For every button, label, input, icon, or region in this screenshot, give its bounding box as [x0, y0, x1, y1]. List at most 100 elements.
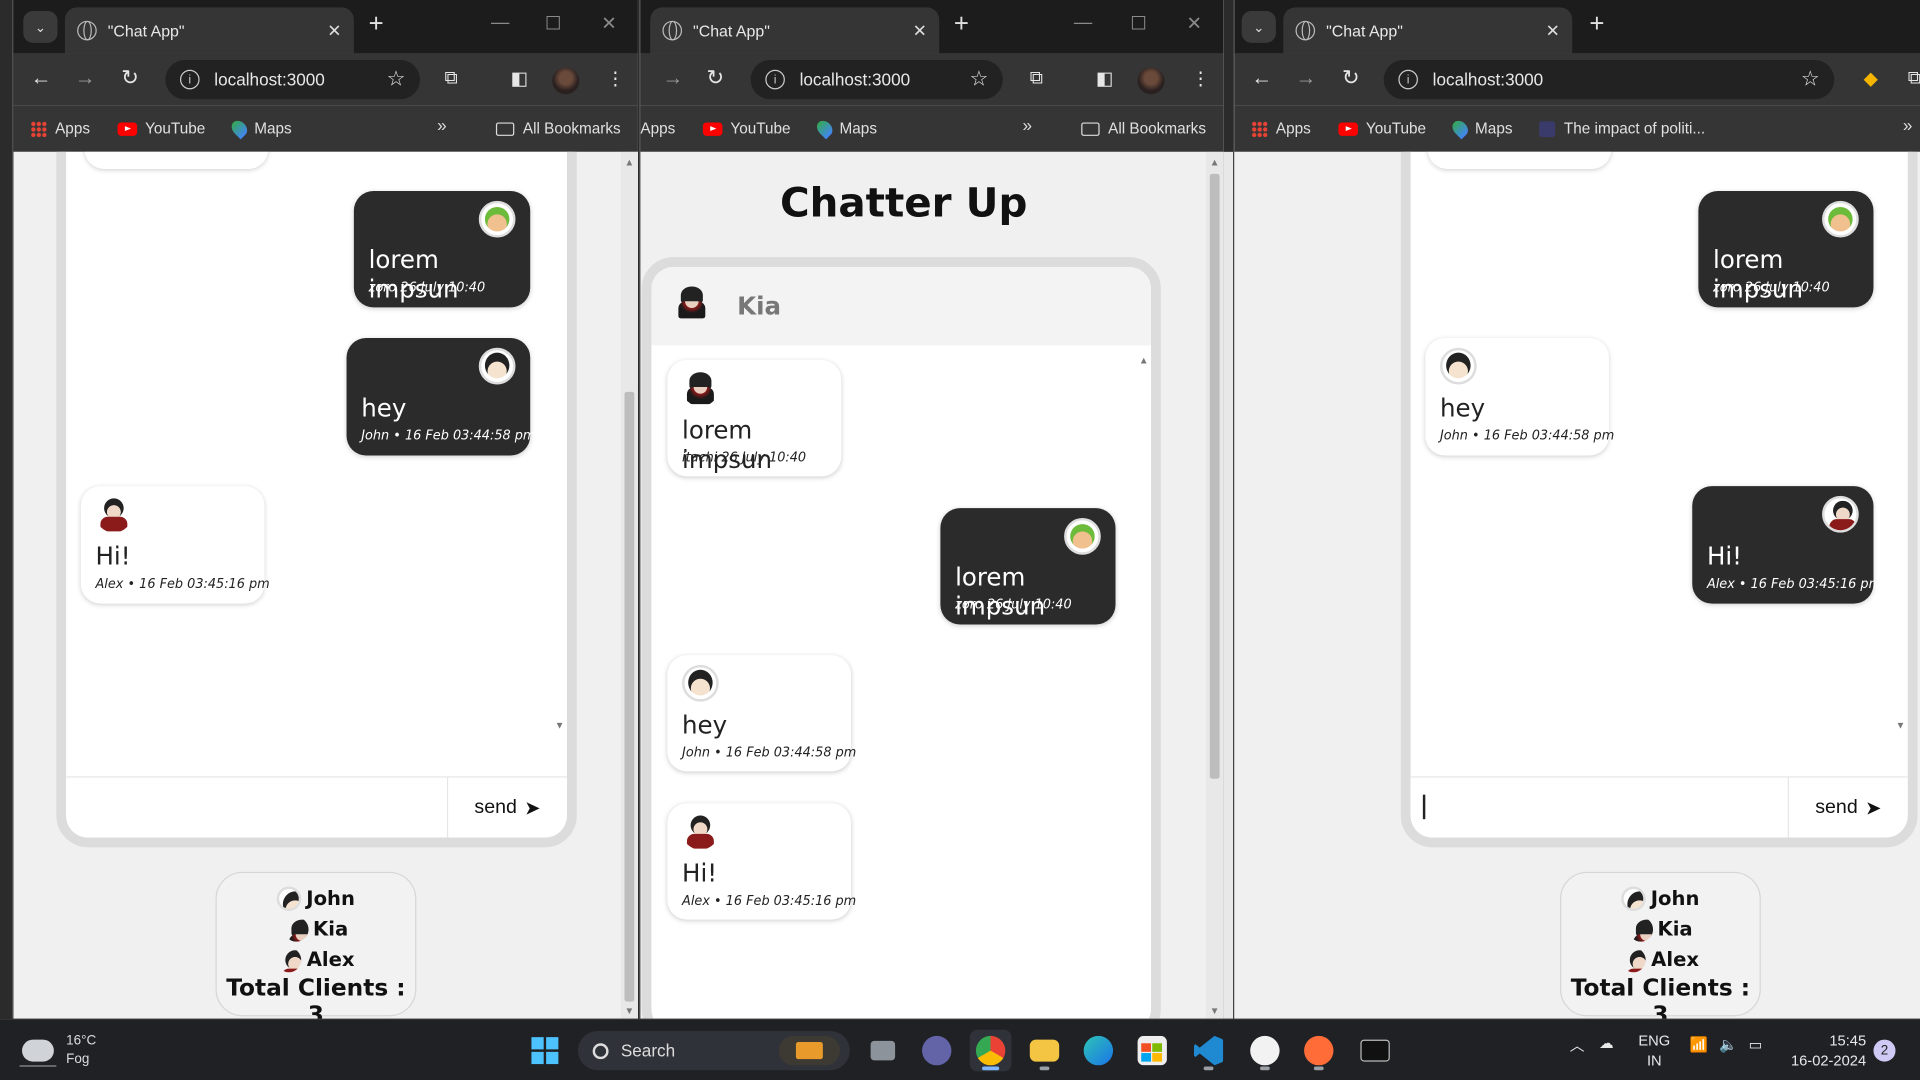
chrome-button[interactable]: [969, 1029, 1012, 1072]
notification-badge[interactable]: 2: [1873, 1039, 1896, 1062]
more-bookmarks-icon[interactable]: »: [1022, 115, 1032, 135]
minimize-button[interactable]: —: [1074, 12, 1092, 33]
extensions-icon[interactable]: ⧉: [444, 67, 457, 88]
mongodb-button[interactable]: [1244, 1030, 1286, 1072]
scroll-up-arrow[interactable]: ▲: [1210, 157, 1220, 168]
taskbar-search[interactable]: Search: [577, 1031, 850, 1071]
page-scrollbar[interactable]: ▲ ▼: [1206, 151, 1224, 1019]
extensions-icon[interactable]: ⧉: [1908, 67, 1920, 88]
volume-icon[interactable]: 🔈: [1719, 1036, 1737, 1053]
battery-icon[interactable]: ▭: [1749, 1036, 1763, 1053]
maximize-button[interactable]: ☐: [545, 12, 561, 34]
task-view-button[interactable]: [862, 1030, 904, 1072]
tab-search-button[interactable]: ⌄: [1241, 11, 1276, 43]
minimize-button[interactable]: —: [491, 12, 509, 33]
all-bookmarks[interactable]: All Bookmarks: [495, 120, 621, 137]
message-input[interactable]: [66, 777, 446, 838]
site-info-icon[interactable]: i: [765, 69, 785, 90]
reload-button[interactable]: ↻: [1342, 66, 1359, 90]
scroll-down-arrow[interactable]: ▼: [1896, 720, 1906, 731]
close-tab-icon[interactable]: ✕: [1546, 20, 1560, 41]
bookmark-maps[interactable]: Maps: [813, 117, 877, 140]
extensions-icon[interactable]: ⧉: [1030, 67, 1043, 88]
bookmark-apps[interactable]: Apps: [30, 120, 90, 137]
store-button[interactable]: [1131, 1030, 1173, 1072]
show-hidden-icons[interactable]: ︿: [1570, 1035, 1585, 1056]
forward-button[interactable]: →: [662, 66, 683, 90]
all-bookmarks[interactable]: All Bookmarks: [1081, 120, 1206, 137]
kia-avatar: [284, 917, 309, 942]
address-bar[interactable]: i localhost:3000 ☆: [1383, 60, 1835, 100]
running-indicator: [1260, 1066, 1270, 1071]
bookmark-apps[interactable]: Apps: [640, 120, 675, 137]
profile-avatar[interactable]: [1137, 67, 1165, 95]
new-tab-button[interactable]: +: [1589, 10, 1604, 39]
reload-button[interactable]: ↻: [121, 66, 138, 90]
site-info-icon[interactable]: i: [180, 69, 200, 90]
new-tab-button[interactable]: +: [954, 10, 969, 39]
system-clock[interactable]: 15:45 16-02-2024: [1790, 1031, 1866, 1070]
scroll-down-arrow[interactable]: ▼: [1210, 1005, 1220, 1016]
back-button[interactable]: ←: [1251, 66, 1272, 90]
forward-button[interactable]: →: [1296, 66, 1317, 90]
tab-chat-app[interactable]: "Chat App" ✕: [650, 7, 940, 54]
extension-diamond-icon[interactable]: ◆: [1864, 67, 1878, 90]
profile-avatar[interactable]: [552, 67, 580, 95]
bookmark-youtube[interactable]: YouTube: [116, 120, 205, 137]
menu-kebab-icon[interactable]: ⋮: [1191, 67, 1209, 90]
postman-button[interactable]: [1298, 1030, 1340, 1072]
more-bookmarks-icon[interactable]: »: [1903, 115, 1913, 135]
message-john: hey John • 16 Feb 03:44:58 pm: [1425, 337, 1614, 456]
weather-widget[interactable]: 16°C Fog: [19, 1032, 96, 1069]
start-button[interactable]: [524, 1030, 566, 1072]
scroll-down-arrow[interactable]: ▼: [555, 720, 565, 731]
tab-search-button[interactable]: ⌄: [23, 11, 58, 43]
bookmark-apps[interactable]: Apps: [1251, 120, 1311, 137]
address-bar[interactable]: i localhost:3000 ☆: [165, 60, 421, 100]
onedrive-cloud-icon[interactable]: ☁: [1599, 1035, 1614, 1052]
vscode-button[interactable]: [1188, 1030, 1230, 1072]
scrollbar-thumb[interactable]: [624, 391, 635, 1002]
send-button[interactable]: send ➤: [446, 777, 567, 838]
side-panel-icon[interactable]: ◧: [1096, 67, 1113, 90]
terminal-button[interactable]: [1354, 1030, 1396, 1072]
close-window-button[interactable]: ✕: [601, 12, 616, 34]
back-button[interactable]: ←: [31, 66, 52, 90]
address-bar[interactable]: i localhost:3000 ☆: [750, 60, 1003, 100]
close-window-button[interactable]: ✕: [1187, 12, 1202, 34]
scroll-up-arrow[interactable]: ▲: [1139, 355, 1149, 366]
scroll-down-arrow[interactable]: ▼: [624, 1005, 634, 1016]
teams-chat-button[interactable]: [916, 1030, 958, 1072]
message-input[interactable]: [1410, 777, 1791, 838]
new-tab-button[interactable]: +: [369, 10, 384, 39]
menu-kebab-icon[interactable]: ⋮: [606, 67, 624, 90]
scroll-up-arrow[interactable]: ▲: [624, 157, 634, 168]
send-button[interactable]: send ➤: [1787, 777, 1908, 838]
bookmark-youtube[interactable]: YouTube: [702, 120, 791, 137]
bookmark-star-icon[interactable]: ☆: [969, 67, 988, 91]
tab-chat-app[interactable]: "Chat App" ✕: [64, 7, 354, 54]
maps-pin-icon: [1448, 117, 1471, 140]
bookmark-article[interactable]: The impact of politi...: [1539, 120, 1705, 137]
more-bookmarks-icon[interactable]: »: [437, 115, 447, 135]
tab-chat-app[interactable]: "Chat App" ✕: [1283, 7, 1573, 54]
forward-button[interactable]: →: [75, 66, 96, 90]
side-panel-icon[interactable]: ◧: [511, 67, 528, 90]
bookmark-star-icon[interactable]: ☆: [387, 67, 406, 91]
file-explorer-button[interactable]: [1024, 1030, 1066, 1072]
bookmark-maps[interactable]: Maps: [1448, 117, 1512, 140]
reload-button[interactable]: ↻: [707, 66, 724, 90]
bookmark-star-icon[interactable]: ☆: [1801, 67, 1820, 91]
language-indicator[interactable]: ENG IN: [1638, 1031, 1670, 1070]
close-tab-icon[interactable]: ✕: [913, 20, 927, 41]
bookmark-youtube[interactable]: YouTube: [1337, 120, 1426, 137]
edge-button[interactable]: [1078, 1030, 1120, 1072]
page-scrollbar[interactable]: ▲ ▼: [620, 151, 638, 1019]
bookmark-maps[interactable]: Maps: [228, 117, 292, 140]
wifi-icon[interactable]: 📶: [1690, 1036, 1708, 1053]
maximize-button[interactable]: ☐: [1130, 12, 1146, 34]
scrollbar-thumb[interactable]: [1209, 173, 1220, 779]
close-tab-icon[interactable]: ✕: [327, 20, 341, 41]
alex-avatar: [277, 947, 302, 972]
site-info-icon[interactable]: i: [1398, 69, 1418, 90]
